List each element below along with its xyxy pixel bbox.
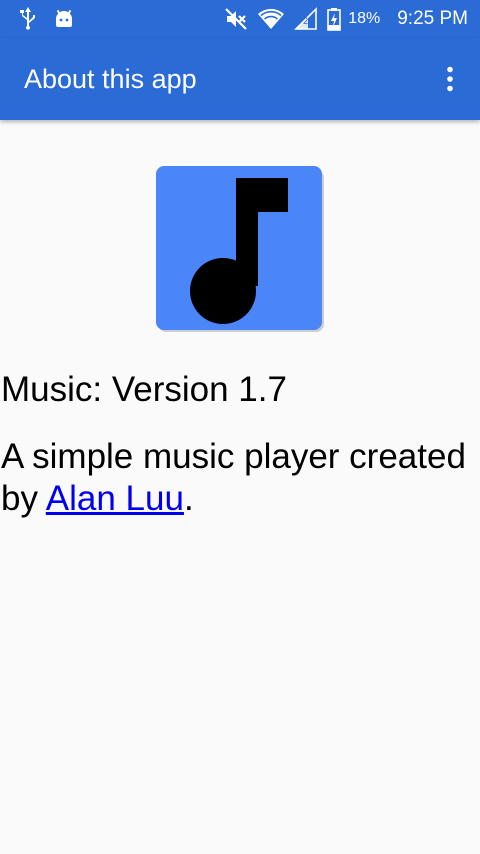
usb-icon	[18, 6, 38, 30]
app-bar: About this app	[0, 38, 480, 120]
status-bar: 2 18% 9:25 PM	[0, 0, 480, 38]
music-note-icon	[156, 166, 324, 332]
author-link[interactable]: Alan Luu	[46, 479, 184, 518]
description-suffix: .	[183, 479, 194, 518]
more-vert-icon	[447, 66, 453, 92]
battery-percentage: 18%	[348, 10, 381, 27]
wifi-icon	[257, 7, 285, 31]
signal-icon: 2	[294, 7, 318, 31]
clock: 9:25 PM	[397, 8, 468, 29]
app-icon	[156, 166, 324, 332]
more-options-button[interactable]	[438, 62, 462, 96]
version-text: Music: Version 1.7	[1, 370, 287, 409]
status-bar-left	[18, 6, 74, 30]
android-icon	[54, 8, 74, 28]
description-text: A simple music player created by Alan Lu…	[1, 436, 471, 520]
page-title: About this app	[24, 64, 197, 94]
svg-text:2: 2	[303, 16, 308, 26]
battery-charging-icon	[327, 7, 342, 31]
status-bar-right: 2 18% 9:25 PM	[224, 5, 468, 33]
mute-icon	[224, 7, 248, 31]
